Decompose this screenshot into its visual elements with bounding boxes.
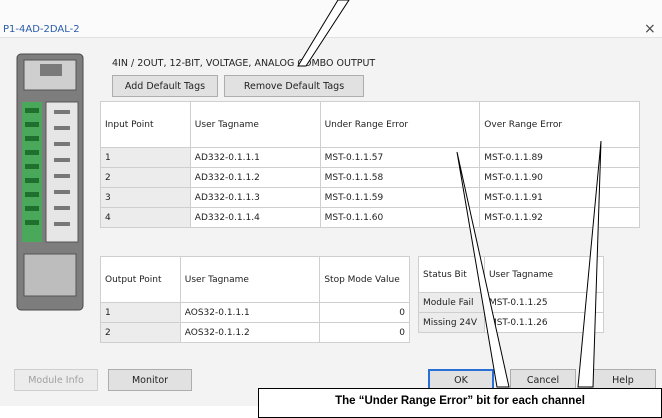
callout-box: The “Under Range Error” bit for each cha… <box>258 388 662 418</box>
callout-pointer <box>297 0 350 67</box>
callout-pointer-lines <box>297 0 602 388</box>
callout-pointer <box>456 151 510 388</box>
callout-text: The “Under Range Error” bit for each cha… <box>335 395 585 407</box>
callout-pointer <box>577 140 602 388</box>
